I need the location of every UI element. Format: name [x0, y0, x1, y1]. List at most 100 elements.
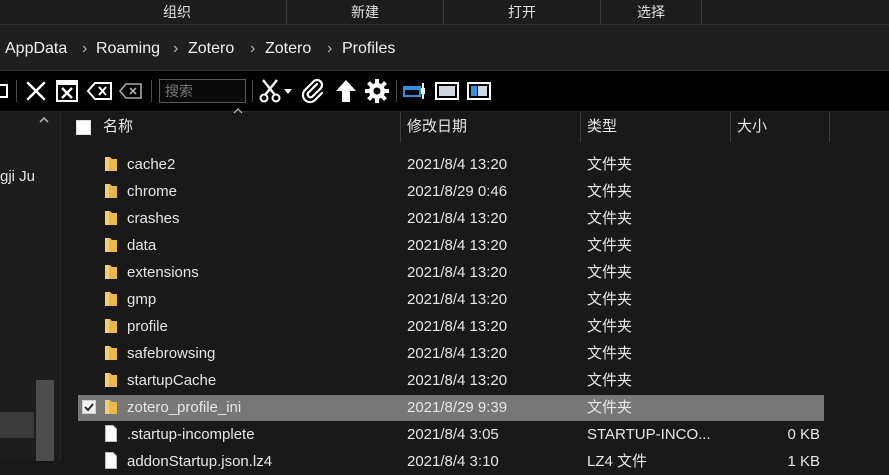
up-arrow-icon[interactable] [333, 77, 359, 105]
file-row[interactable]: startupCache 2021/8/4 13:20 文件夹 [78, 368, 824, 394]
ribbon-group-bar: 组织 新建 打开 选择 [0, 0, 889, 25]
file-row[interactable]: gmp 2021/8/4 13:20 文件夹 [78, 287, 824, 313]
backspace-outline-icon[interactable] [118, 77, 144, 105]
file-row[interactable]: extensions 2021/8/4 13:20 文件夹 [78, 260, 824, 286]
select-all-checkbox[interactable] [76, 120, 91, 135]
breadcrumb-separator-icon[interactable]: › [82, 25, 87, 70]
file-size [738, 206, 820, 232]
file-icon [105, 425, 117, 442]
cut-icon[interactable] [258, 77, 282, 105]
file-name: extensions [127, 264, 199, 281]
file-row[interactable]: addonStartup.json.lz4 2021/8/4 3:10 LZ4 文件… [78, 449, 824, 475]
dropdown-icon[interactable] [283, 77, 293, 105]
column-header-type[interactable]: 类型 [581, 112, 731, 142]
backspace-icon[interactable] [86, 77, 114, 105]
file-size [738, 233, 820, 259]
file-date: 2021/8/4 3:05 [407, 426, 499, 443]
column-header-date[interactable]: 修改日期 [401, 112, 581, 142]
close-box-icon[interactable] [54, 77, 80, 105]
close-icon[interactable] [24, 77, 48, 105]
file-name: safebrowsing [127, 345, 216, 362]
file-size: 0 KB [787, 426, 820, 443]
ribbon-group-new[interactable]: 新建 [287, 0, 444, 24]
file-name: chrome [127, 183, 178, 200]
nav-item-selected[interactable] [0, 412, 34, 438]
file-name: zotero_profile_ini [127, 399, 242, 416]
nav-item-partial[interactable]: gji Ju [0, 168, 35, 185]
ribbon-group-organize[interactable]: 组织 [68, 0, 287, 24]
file-type: 文件夹 [587, 399, 633, 416]
file-date: 2021/8/4 13:20 [407, 237, 508, 254]
folder-icon [104, 372, 118, 388]
layout-pane-icon[interactable] [466, 77, 492, 105]
file-size [738, 314, 820, 340]
preview-pane-icon[interactable] [402, 77, 428, 105]
file-row[interactable]: safebrowsing 2021/8/4 13:20 文件夹 [78, 341, 824, 367]
attach-icon[interactable] [300, 77, 326, 105]
file-row[interactable]: .startup-incomplete 2021/8/4 3:05 STARTUP-… [78, 422, 824, 448]
file-row[interactable]: data 2021/8/4 13:20 文件夹 [78, 233, 824, 259]
column-header-name[interactable]: 名称 [97, 112, 401, 142]
toolbar [0, 71, 889, 112]
file-date: 2021/8/4 13:20 [407, 291, 508, 308]
breadcrumb-separator-icon[interactable]: › [250, 25, 255, 70]
nav-scrollbar-thumb[interactable] [36, 380, 54, 461]
ribbon-group-select[interactable]: 选择 [601, 0, 702, 24]
file-name: addonStartup.json.lz4 [127, 453, 273, 470]
folder-icon [104, 291, 118, 307]
column-header-row: 名称 修改日期 类型 大小 [61, 108, 889, 142]
file-name: profile [127, 318, 168, 335]
breadcrumb-appdata[interactable]: AppData [5, 25, 67, 70]
file-size [738, 260, 820, 286]
file-size [738, 368, 820, 394]
file-size [738, 152, 820, 178]
toolbar-divider [396, 80, 397, 102]
file-row[interactable]: crashes 2021/8/4 13:20 文件夹 [78, 206, 824, 232]
file-date: 2021/8/4 13:20 [407, 372, 508, 389]
toolbar-divider [151, 80, 152, 102]
partial-icon[interactable] [0, 77, 10, 105]
file-type: 文件夹 [587, 237, 633, 254]
file-date: 2021/8/4 3:10 [407, 453, 499, 470]
folder-icon [104, 399, 118, 415]
row-checkbox[interactable] [82, 400, 96, 414]
file-name: data [127, 237, 157, 254]
file-date: 2021/8/4 13:20 [407, 210, 508, 227]
file-date: 2021/8/29 0:46 [407, 183, 508, 200]
file-type: 文件夹 [587, 318, 633, 335]
file-name: gmp [127, 291, 157, 308]
file-type: 文件夹 [587, 345, 633, 362]
breadcrumb-separator-icon[interactable]: › [327, 25, 332, 70]
breadcrumb-profiles[interactable]: Profiles [342, 25, 395, 70]
details-pane-icon[interactable] [434, 77, 460, 105]
file-type: 文件夹 [587, 210, 633, 227]
file-name: cache2 [127, 156, 176, 173]
search-input[interactable] [159, 79, 246, 103]
navigation-pane[interactable]: gji Ju [0, 112, 61, 461]
gear-icon[interactable] [364, 77, 390, 105]
file-type: 文件夹 [587, 372, 633, 389]
folder-icon [104, 183, 118, 199]
folder-icon [104, 318, 118, 334]
file-type: 文件夹 [587, 156, 633, 173]
scroll-up-icon[interactable] [38, 114, 50, 128]
breadcrumb-zotero[interactable]: Zotero [188, 25, 234, 70]
file-list: 名称 修改日期 类型 大小 cache2 2021/8/4 13:20 文件夹 chr… [61, 108, 889, 470]
ribbon-group-open[interactable]: 打开 [444, 0, 601, 24]
file-type: STARTUP-INCO... [587, 426, 711, 443]
file-row[interactable]: profile 2021/8/4 13:20 文件夹 [78, 314, 824, 340]
file-size: 1 KB [787, 453, 820, 470]
breadcrumb-zotero-2[interactable]: Zotero [265, 25, 311, 70]
file-row[interactable]: zotero_profile_ini 2021/8/29 9:39 文件夹 [78, 395, 824, 421]
breadcrumb: AppData › Roaming › Zotero › Zotero › Pr… [0, 25, 889, 71]
file-type: 文件夹 [587, 183, 633, 200]
file-date: 2021/8/4 13:20 [407, 156, 508, 173]
toolbar-divider [16, 80, 17, 102]
breadcrumb-separator-icon[interactable]: › [173, 25, 178, 70]
column-header-size[interactable]: 大小 [731, 112, 830, 142]
file-size [738, 395, 820, 421]
file-size [738, 341, 820, 367]
file-row[interactable]: chrome 2021/8/29 0:46 文件夹 [78, 179, 824, 205]
breadcrumb-roaming[interactable]: Roaming [96, 25, 160, 70]
file-row[interactable]: cache2 2021/8/4 13:20 文件夹 [78, 152, 824, 178]
